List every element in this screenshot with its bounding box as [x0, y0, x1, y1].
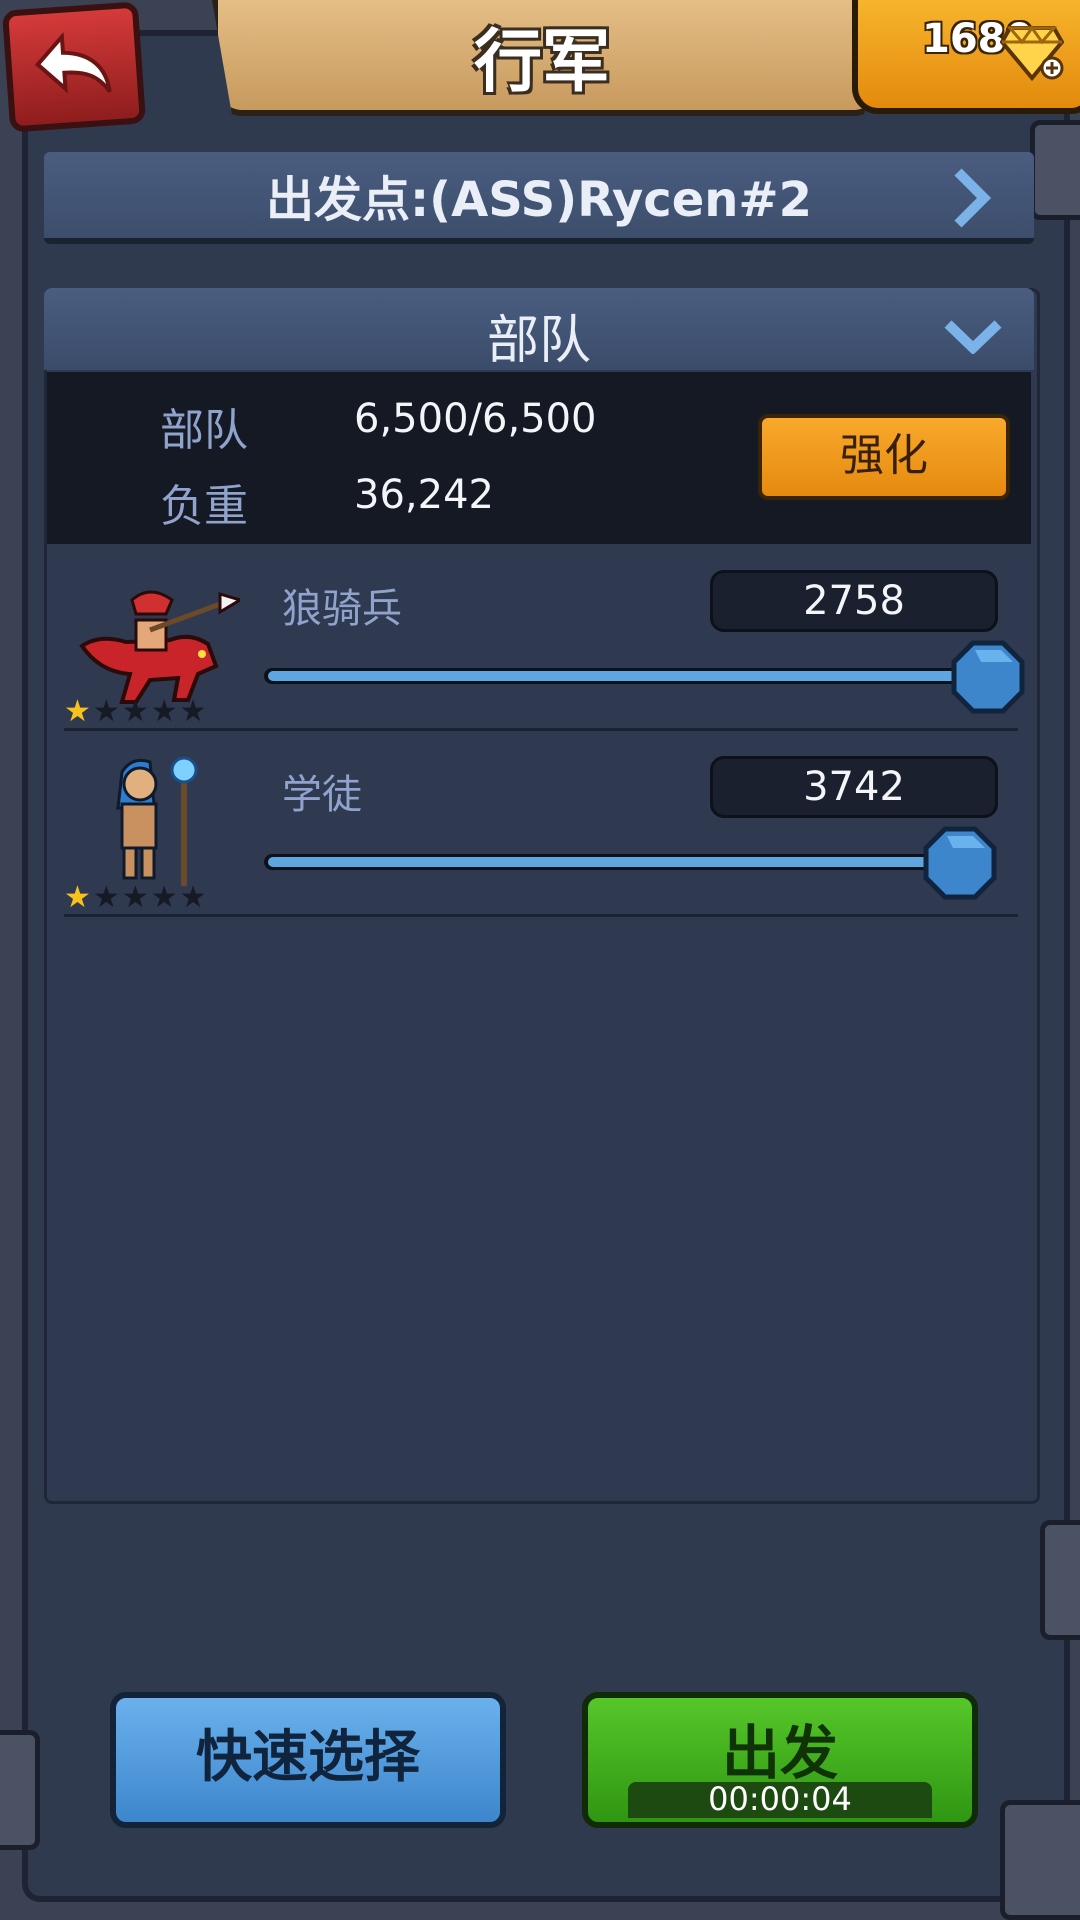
star-icon: ★ — [179, 880, 207, 915]
apprentice-portrait — [116, 756, 198, 886]
origin-label: 出发点:(ASS)Rycen#2 — [265, 172, 813, 228]
troops-value: 6,500/6,500 — [354, 396, 597, 442]
slider-knob[interactable] — [923, 826, 997, 900]
unit-count-input[interactable]: 2758 — [710, 570, 998, 632]
depart-timer: 00:00:04 — [708, 1780, 852, 1818]
star-icon: ★ — [92, 694, 120, 729]
star-icon: ★ — [150, 880, 178, 915]
chevron-down-icon[interactable] — [942, 318, 1004, 354]
gem-icon — [1000, 25, 1064, 82]
row-divider — [64, 914, 1018, 917]
enhance-button[interactable]: 强化 — [758, 414, 1010, 500]
load-value: 36,242 — [354, 472, 494, 518]
page-title: 行军 — [473, 23, 610, 102]
unit-slider-fill — [268, 671, 988, 681]
wolf-rider-portrait — [79, 590, 240, 704]
troops-label: 部队 — [160, 405, 248, 456]
back-button[interactable] — [1, 1, 147, 133]
slider-knob[interactable] — [951, 640, 1025, 714]
star-icon: ★ — [64, 880, 91, 915]
star-icon: ★ — [121, 694, 149, 729]
troops-panel-title: 部队 — [486, 311, 591, 371]
unit-slider-fill — [268, 857, 960, 867]
star-icon: ★ — [64, 694, 91, 729]
frame-rock — [1000, 1800, 1080, 1920]
row-divider — [64, 728, 1018, 731]
unit-count-input[interactable]: 3742 — [710, 756, 998, 818]
frame-rock — [0, 1730, 40, 1850]
depart-label: 出发 — [721, 1719, 838, 1787]
quick-select-button[interactable]: 快速选择 — [110, 1692, 506, 1828]
unit-slider-track[interactable] — [264, 668, 992, 684]
unit-name: 狼骑兵 — [282, 586, 402, 632]
chevron-right-icon[interactable] — [950, 166, 994, 230]
unit-name: 学徒 — [282, 772, 362, 818]
star-icon: ★ — [92, 880, 120, 915]
load-label: 负重 — [160, 481, 248, 532]
back-arrow-icon — [34, 31, 112, 94]
star-icon: ★ — [150, 694, 178, 729]
star-icon: ★ — [179, 694, 207, 729]
frame-rock — [1040, 1520, 1080, 1640]
unit-slider-track[interactable] — [264, 854, 964, 870]
star-icon: ★ — [121, 880, 149, 915]
unit-stars: ★ ★ ★ ★ ★ — [64, 880, 207, 915]
frame-rock — [1030, 120, 1080, 220]
unit-stars: ★ ★ ★ ★ ★ — [64, 694, 207, 729]
depart-button[interactable]: 出发 00:00:04 — [582, 1692, 978, 1828]
